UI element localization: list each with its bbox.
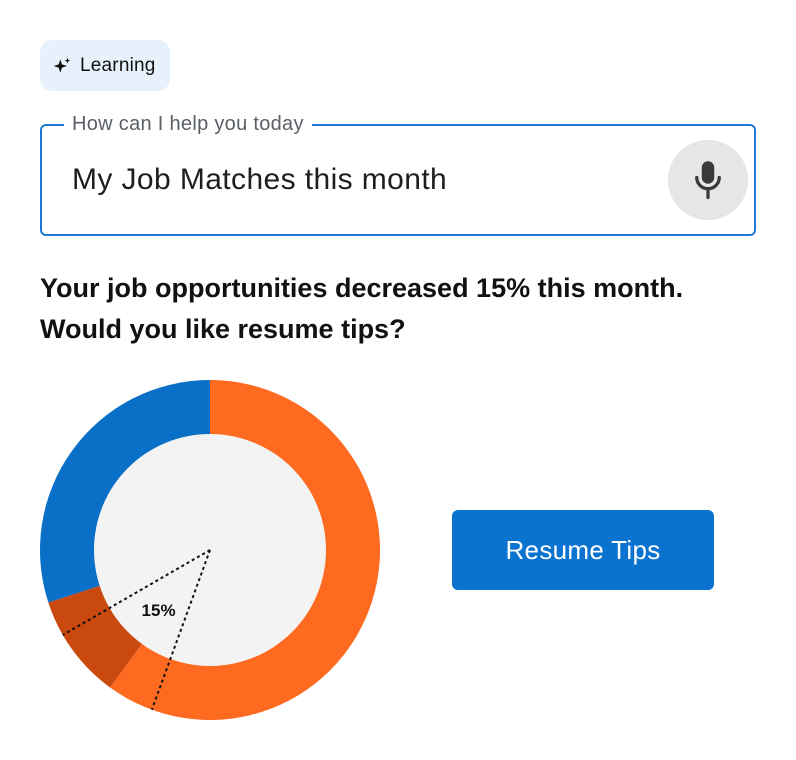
message-line-2: Would you like resume tips? — [40, 314, 406, 344]
chip-label: Learning — [80, 54, 156, 76]
percentage-label: 15% — [142, 601, 176, 620]
sparkle-icon — [53, 57, 71, 73]
microphone-button[interactable] — [668, 140, 748, 220]
resume-tips-button[interactable]: Resume Tips — [452, 510, 714, 590]
microphone-icon — [695, 161, 721, 200]
learning-chip[interactable]: Learning — [40, 40, 170, 91]
assistant-message: Your job opportunities decreased 15% thi… — [40, 268, 770, 350]
prompt-field[interactable]: How can I help you today My Job Matches … — [40, 112, 756, 236]
prompt-input[interactable]: My Job Matches this month — [72, 160, 447, 200]
message-line-1: Your job opportunities decreased 15% thi… — [40, 273, 684, 303]
prompt-field-label: How can I help you today — [64, 112, 312, 136]
job-matches-donut-chart: 15% — [39, 380, 381, 720]
